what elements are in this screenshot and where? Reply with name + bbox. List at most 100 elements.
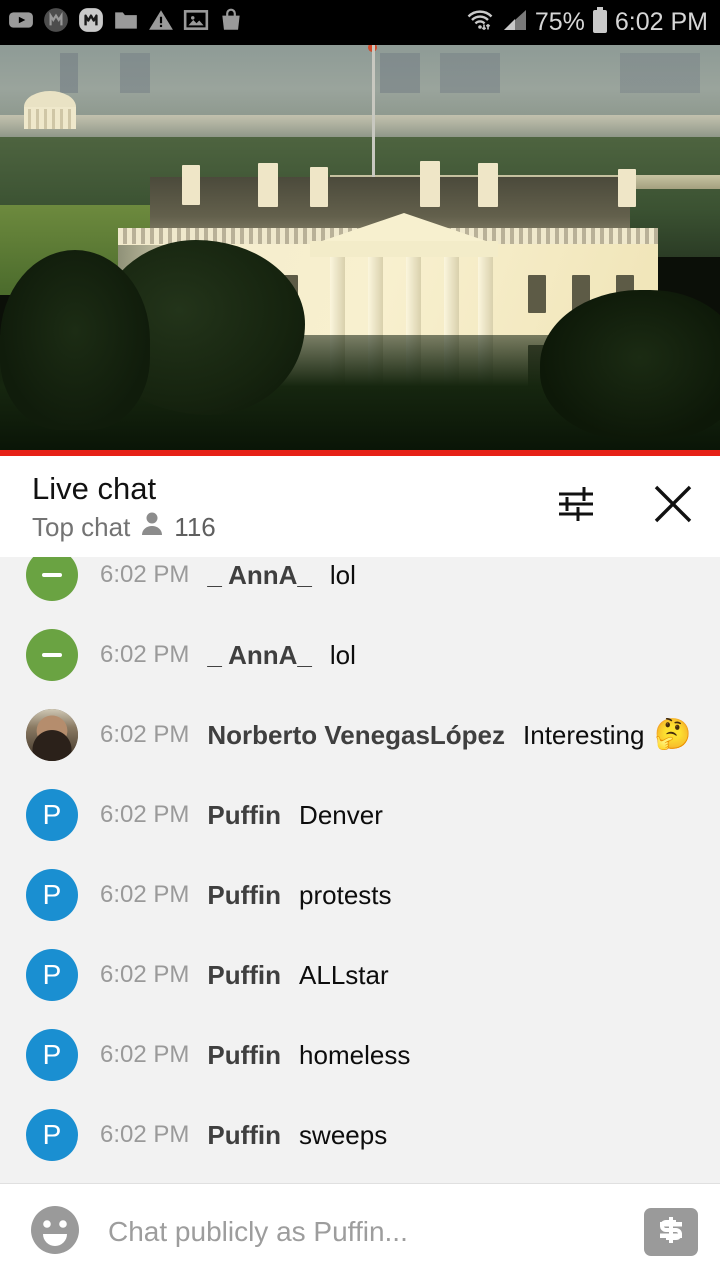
tune-icon[interactable] <box>554 482 598 531</box>
jefferson-memorial <box>8 85 128 155</box>
message-author[interactable]: Puffin <box>207 880 281 911</box>
avatar[interactable]: P <box>26 1029 78 1081</box>
flagpole <box>372 45 375 185</box>
message-author[interactable]: Norberto VenegasLópez <box>207 720 505 751</box>
avatar-initial: P <box>42 959 62 990</box>
chat-message[interactable]: P 6:02 PM Puffin protests <box>0 855 720 935</box>
message-emoji: 🤔 <box>654 718 692 751</box>
avatar[interactable] <box>26 629 78 681</box>
message-text: Interesting <box>523 719 645 750</box>
status-bar: 75% 6:02 PM <box>0 0 720 45</box>
chat-title: Live chat <box>32 470 157 506</box>
message-text: lol <box>329 559 356 590</box>
chimney <box>310 167 328 207</box>
message-text: sweeps <box>299 1119 388 1150</box>
avatar[interactable]: P <box>26 869 78 921</box>
message-author[interactable]: _ AnnA_ <box>207 640 312 671</box>
message-timestamp: 6:02 PM <box>100 961 190 988</box>
battery-percent-label: 75% <box>534 8 585 36</box>
message-author[interactable]: Puffin <box>207 800 281 831</box>
dollar-icon <box>654 1213 688 1252</box>
chimney <box>182 165 200 205</box>
chat-message[interactable]: P 6:02 PM Puffin homeless <box>0 1015 720 1095</box>
video-player[interactable] <box>0 45 720 450</box>
avatar[interactable]: P <box>26 1109 78 1161</box>
music-app-filled-icon <box>43 7 69 38</box>
chat-header-titles: Live chat Top chat 116 <box>32 471 216 543</box>
shopping-bag-icon <box>218 7 244 38</box>
live-chat-header: Live chat Top chat 116 <box>0 456 720 557</box>
chimney <box>618 169 636 207</box>
message-author[interactable]: _ AnnA_ <box>207 560 312 591</box>
chimney <box>258 163 278 207</box>
chimney <box>478 163 498 207</box>
message-author[interactable]: Puffin <box>207 960 281 991</box>
folder-icon <box>113 7 139 38</box>
chat-input[interactable] <box>108 1216 634 1248</box>
avatar[interactable]: P <box>26 949 78 1001</box>
avatar-initial: P <box>42 879 62 910</box>
person-icon <box>140 511 164 543</box>
message-text: ALLstar <box>299 959 389 990</box>
wifi-icon <box>465 7 495 38</box>
chimney <box>420 161 440 207</box>
superchat-button[interactable] <box>644 1208 698 1256</box>
chat-message-body: 6:02 PM _ AnnA_ lol <box>100 560 356 591</box>
chat-message-body: 6:02 PM Norberto VenegasLópez Interesting 🤔 <box>100 720 692 751</box>
message-text: lol <box>329 639 356 670</box>
emoji-smiley-icon[interactable] <box>28 1203 82 1262</box>
chat-message-body: 6:02 PM Puffin homeless <box>100 1040 410 1071</box>
message-author[interactable]: Puffin <box>207 1120 281 1151</box>
chat-message[interactable]: P 6:02 PM Puffin Denver <box>0 775 720 855</box>
chat-message-body: 6:02 PM Puffin ALLstar <box>100 960 389 991</box>
avatar[interactable]: P <box>26 789 78 841</box>
chat-input-bar <box>0 1183 720 1280</box>
right-foreground-tree <box>540 290 720 440</box>
viewer-count: 116 <box>174 511 216 542</box>
warning-triangle-icon <box>148 7 174 38</box>
message-text: homeless <box>299 1039 411 1070</box>
avatar-dash-glyph <box>42 573 62 577</box>
message-timestamp: 6:02 PM <box>100 881 190 908</box>
image-icon <box>183 7 209 38</box>
left-foreground-tree <box>0 250 150 430</box>
battery-icon <box>592 6 608 39</box>
youtube-live-chat-screen: 75% 6:02 PM Live chat Top chat 116 6:02 … <box>0 0 720 1280</box>
chat-message-body: 6:02 PM _ AnnA_ lol <box>100 640 356 671</box>
chat-message[interactable]: P 6:02 PM Puffin ALLstar <box>0 935 720 1015</box>
chat-message-body: 6:02 PM Puffin sweeps <box>100 1120 387 1151</box>
avatar[interactable] <box>26 709 78 761</box>
chat-message[interactable]: 6:02 PM _ AnnA_ lol <box>0 615 720 695</box>
north-portico-entablature <box>310 241 498 257</box>
message-timestamp: 6:02 PM <box>100 721 190 748</box>
chat-message-body: 6:02 PM Puffin Denver <box>100 800 383 831</box>
chat-message[interactable]: 6:02 PM _ AnnA_ lol <box>0 557 720 615</box>
status-bar-notification-icons <box>8 7 244 38</box>
message-timestamp: 6:02 PM <box>100 1121 190 1148</box>
youtube-icon <box>8 7 34 38</box>
chat-message-body: 6:02 PM Puffin protests <box>100 880 392 911</box>
close-icon[interactable] <box>650 481 696 532</box>
avatar-initial: P <box>42 1039 62 1070</box>
avatar-initial: P <box>42 799 62 830</box>
avatar-initial: P <box>42 1119 62 1150</box>
message-text: protests <box>299 879 392 910</box>
chat-message[interactable]: P 6:02 PM Puffin sweeps <box>0 1095 720 1175</box>
avatar[interactable] <box>26 557 78 601</box>
message-timestamp: 6:02 PM <box>100 1041 190 1068</box>
status-bar-system-icons: 75% 6:02 PM <box>465 6 708 39</box>
status-bar-clock: 6:02 PM <box>614 8 708 36</box>
chat-message[interactable]: 6:02 PM Norberto VenegasLópez Interesting 🤔 <box>0 695 720 775</box>
chat-mode-label[interactable]: Top chat <box>32 512 130 542</box>
message-text: Denver <box>299 799 383 830</box>
chat-message-list[interactable]: 6:02 PM _ AnnA_ lol 6:02 PM _ AnnA_ lol 6:02 P… <box>0 557 720 1183</box>
avatar-photo <box>26 709 78 761</box>
window <box>528 275 546 313</box>
message-timestamp: 6:02 PM <box>100 641 190 668</box>
chat-header-actions <box>554 481 696 532</box>
music-app-outline-icon <box>78 7 104 38</box>
message-author[interactable]: Puffin <box>207 1040 281 1071</box>
cellular-signal-icon <box>502 8 528 37</box>
message-timestamp: 6:02 PM <box>100 801 190 828</box>
message-timestamp: 6:02 PM <box>100 561 190 588</box>
